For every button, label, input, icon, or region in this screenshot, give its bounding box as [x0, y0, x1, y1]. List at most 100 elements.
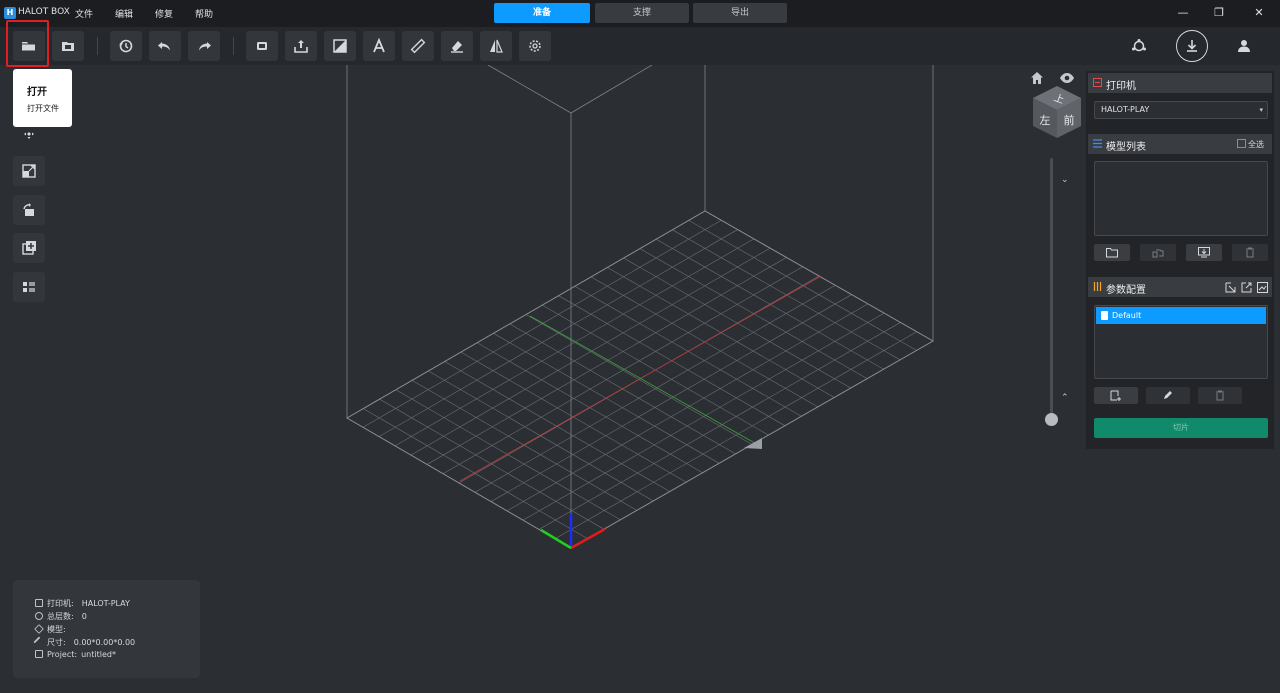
add-copy-icon: [22, 241, 36, 255]
menu-repair[interactable]: 修复: [155, 7, 173, 20]
slice-view-icon: [333, 39, 347, 53]
menu-file[interactable]: 文件: [75, 7, 93, 20]
share-config-icon[interactable]: [1257, 282, 1268, 293]
scale-button[interactable]: [13, 156, 45, 186]
save-file-button[interactable]: [52, 31, 84, 61]
edit-config-button[interactable]: [1146, 387, 1190, 404]
tooltip-description: 打开文件: [27, 104, 59, 113]
tab-export[interactable]: 导出: [693, 3, 787, 23]
view-cube-front[interactable]: 前: [1064, 113, 1075, 127]
printer-select[interactable]: HALOT-PLAY ▾: [1094, 101, 1268, 119]
export-config-icon[interactable]: [1241, 282, 1252, 293]
network-icon: [1132, 39, 1146, 52]
layer-slider-track[interactable]: [1050, 158, 1053, 420]
sliders-icon: [1093, 282, 1102, 291]
param-panel-title: 参数配置: [1106, 285, 1146, 296]
copy-icon: [1152, 249, 1164, 258]
toolbar-divider: [97, 37, 98, 55]
layer-down-chevron[interactable]: ⌃: [1061, 393, 1069, 403]
menu-edit[interactable]: 编辑: [115, 7, 133, 20]
history-icon: [119, 39, 133, 53]
project-icon: [35, 650, 43, 658]
download-icon: [1187, 40, 1197, 52]
build-plate-outline: [346, 210, 935, 549]
restore-button[interactable]: ❐: [1211, 6, 1227, 20]
model-panel-title: 模型列表: [1106, 142, 1146, 153]
export-button[interactable]: [285, 31, 317, 61]
info-layers-value: 0: [81, 612, 87, 621]
slice-view-button[interactable]: [324, 31, 356, 61]
scale-icon: [22, 164, 36, 178]
printer-icon: [35, 599, 43, 607]
param-list[interactable]: Default: [1094, 305, 1268, 379]
layer-up-chevron[interactable]: ⌄: [1061, 175, 1069, 185]
info-size-label: 尺寸:: [47, 638, 66, 647]
info-printer: 打印机: HALOT-PLAY: [35, 598, 130, 609]
slice-button[interactable]: 切片: [1094, 418, 1268, 438]
info-project: Project: untitled*: [35, 650, 116, 659]
toolbar: [0, 27, 1280, 65]
toolbar-divider: [233, 37, 234, 55]
place-model-button[interactable]: [1186, 244, 1222, 261]
trash-icon: [1216, 390, 1224, 401]
ruler-icon: [410, 38, 426, 54]
list-icon: [1093, 139, 1102, 148]
model-list[interactable]: [1094, 161, 1268, 236]
folder-icon: [1106, 248, 1118, 258]
mirror-button[interactable]: [480, 31, 512, 61]
undo-button[interactable]: [149, 31, 181, 61]
plate-corner-marker: [744, 438, 762, 449]
eraser-button[interactable]: [441, 31, 473, 61]
tab-prepare[interactable]: 准备: [494, 3, 590, 23]
select-all-label: 全选: [1248, 140, 1264, 149]
home-icon: [1031, 72, 1043, 84]
layer-slider-handle[interactable]: [1045, 413, 1058, 426]
import-model-button[interactable]: [1094, 244, 1130, 261]
visibility-button[interactable]: [1059, 72, 1075, 84]
settings-button[interactable]: [519, 31, 551, 61]
rotate-button[interactable]: [13, 195, 45, 225]
new-config-icon: [1110, 390, 1121, 401]
export-icon: [294, 40, 308, 53]
view-cube-left[interactable]: 左: [1040, 114, 1051, 127]
redo-button[interactable]: [188, 31, 220, 61]
copy-model-button[interactable]: [1140, 244, 1176, 261]
home-button[interactable]: [1030, 71, 1044, 85]
history-button[interactable]: [110, 31, 142, 61]
move-button[interactable]: [13, 117, 45, 148]
new-config-button[interactable]: [1094, 387, 1138, 404]
print-bed-button[interactable]: [246, 31, 278, 61]
list-button[interactable]: [13, 272, 45, 302]
save-file-icon: [62, 42, 74, 51]
delete-model-button[interactable]: [1232, 244, 1268, 261]
grid-line: [554, 331, 917, 539]
axis-gizmo-y: [540, 528, 572, 550]
import-config-icon[interactable]: [1225, 282, 1236, 293]
menu-help[interactable]: 帮助: [195, 7, 213, 20]
redo-icon: [199, 42, 211, 51]
open-file-button[interactable]: [13, 31, 45, 61]
text-icon: [373, 38, 385, 53]
monitor-down-icon: [1198, 247, 1210, 258]
minimize-button[interactable]: —: [1175, 6, 1191, 20]
user-icon: [1238, 40, 1250, 52]
select-all-checkbox[interactable]: 全选: [1237, 139, 1264, 150]
delete-config-button[interactable]: [1198, 387, 1242, 404]
close-button[interactable]: ✕: [1251, 6, 1267, 20]
info-printer-value: HALOT-PLAY: [81, 599, 130, 608]
info-size: 尺寸: 0.00*0.00*0.00: [33, 636, 135, 648]
tab-support[interactable]: 支撑: [595, 3, 689, 23]
info-model-label: 模型:: [47, 625, 66, 634]
user-button[interactable]: [1236, 38, 1252, 57]
ruler-button[interactable]: [402, 31, 434, 61]
network-button[interactable]: [1131, 38, 1147, 57]
app-name: HALOT BOX: [18, 7, 70, 17]
view-cube[interactable]: 上 左 前: [1031, 84, 1083, 140]
download-button[interactable]: [1176, 30, 1208, 62]
layers-icon: [35, 612, 43, 620]
param-item-default[interactable]: Default: [1096, 307, 1266, 324]
info-layers: 总层数: 0: [35, 611, 87, 622]
add-copy-button[interactable]: [13, 233, 45, 263]
printer-icon: [1093, 78, 1102, 87]
text-button[interactable]: [363, 31, 395, 61]
